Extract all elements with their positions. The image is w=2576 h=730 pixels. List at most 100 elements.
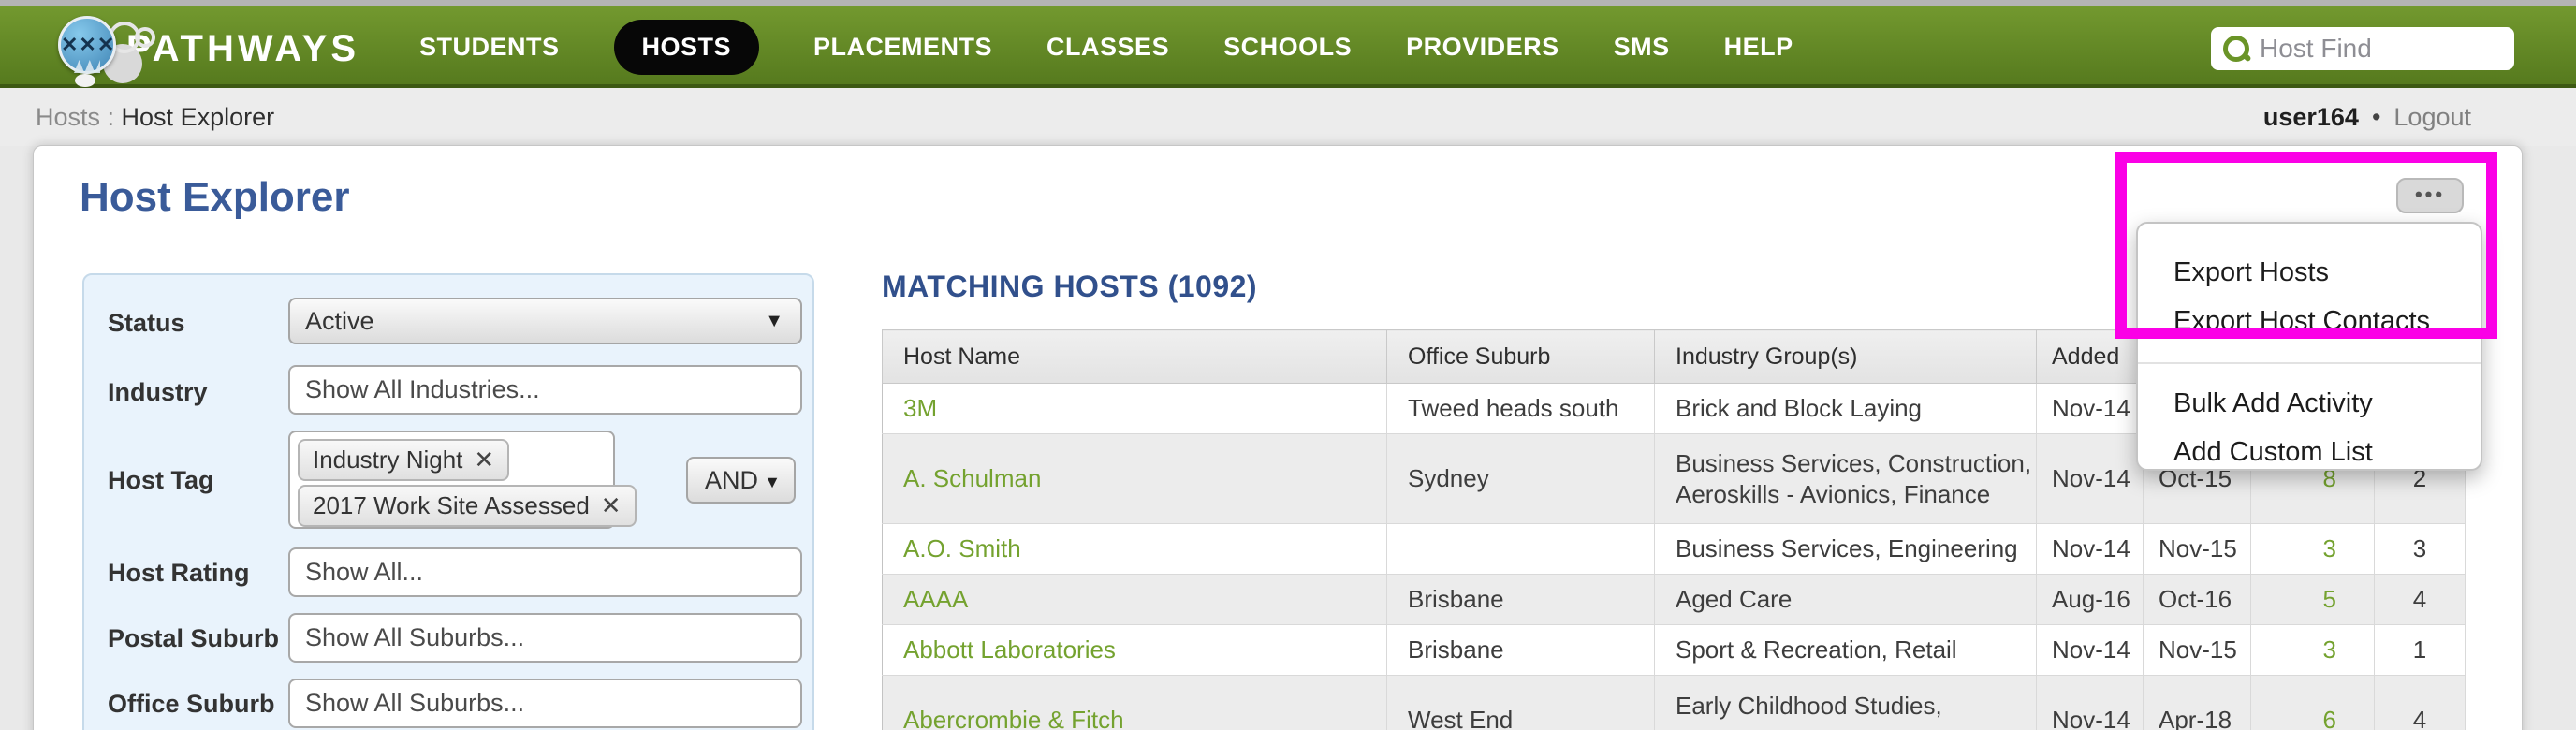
col-header-host-name[interactable]: Host Name bbox=[882, 329, 1387, 384]
breadcrumb-section[interactable]: Hosts bbox=[36, 103, 100, 131]
cell-count-green: 3 bbox=[2250, 624, 2375, 676]
table-row: A.O. Smith Business Services, Engineerin… bbox=[882, 523, 2466, 575]
host-find-search[interactable] bbox=[2211, 27, 2514, 70]
logout-link[interactable]: Logout bbox=[2393, 103, 2471, 131]
brand-name: PATHWAYS bbox=[125, 27, 359, 69]
tag-chip-label: 2017 Work Site Assessed bbox=[313, 491, 590, 519]
host-rating-input[interactable] bbox=[288, 548, 802, 597]
menu-section-bulk: Bulk Add Activity Add Custom List bbox=[2138, 362, 2481, 476]
cell-date: Apr-18 bbox=[2143, 675, 2251, 730]
cloud-outline-icon bbox=[135, 27, 155, 48]
actions-dropdown-menu: Export Hosts Export Host Contacts Bulk A… bbox=[2136, 222, 2482, 471]
cell-date: Nov-15 bbox=[2143, 624, 2251, 676]
nav-item-schools[interactable]: SCHOOLS bbox=[1223, 33, 1352, 62]
cell-count-green: 3 bbox=[2250, 523, 2375, 575]
nav-item-hosts[interactable]: HOSTS bbox=[613, 19, 760, 75]
menu-section-export: Export Hosts Export Host Contacts bbox=[2138, 224, 2481, 362]
tag-chip: Industry Night ✕ bbox=[298, 439, 510, 481]
host-link[interactable]: 3M bbox=[903, 394, 937, 422]
remove-tag-icon[interactable]: ✕ bbox=[601, 491, 622, 519]
cell-office-suburb: Sydney bbox=[1386, 433, 1655, 524]
menu-item-bulk-add-activity[interactable]: Bulk Add Activity bbox=[2174, 379, 2481, 428]
balloon-icon: ✕✕✕ bbox=[58, 16, 116, 74]
cell-added: Nov-14 bbox=[2036, 675, 2144, 730]
host-link[interactable]: Abercrombie & Fitch bbox=[903, 706, 1124, 730]
status-select[interactable]: Active ▼ bbox=[288, 298, 802, 344]
cell-office-suburb: Tweed heads south bbox=[1386, 383, 1655, 434]
tag-chip-label: Industry Night bbox=[313, 445, 463, 474]
cell-industry: Business Services, Engineering bbox=[1654, 523, 2037, 575]
host-tag-input[interactable]: Industry Night ✕ 2017 Work Site Assessed ✕ bbox=[288, 431, 637, 529]
menu-item-export-host-contacts[interactable]: Export Host Contacts bbox=[2174, 297, 2481, 345]
col-header-industry-groups[interactable]: Industry Group(s) bbox=[1654, 329, 2037, 384]
host-link[interactable]: AAAA bbox=[903, 585, 968, 613]
search-input[interactable] bbox=[2260, 34, 2494, 64]
cell-industry: Aged Care bbox=[1654, 574, 2037, 625]
host-tag-label: Host Tag bbox=[108, 466, 214, 494]
nav-item-students[interactable]: STUDENTS bbox=[419, 33, 560, 62]
chevron-down-icon: ▼ bbox=[765, 311, 783, 331]
breadcrumb: Hosts : Host Explorer bbox=[36, 103, 274, 132]
more-actions-button[interactable]: ••• bbox=[2396, 178, 2464, 213]
balloon-basket-icon bbox=[75, 74, 95, 87]
cell-added: Nov-14 bbox=[2036, 523, 2144, 575]
session-info: user164 • Logout bbox=[2263, 103, 2471, 132]
table-row: Abbott Laboratories Brisbane Sport & Rec… bbox=[882, 624, 2466, 676]
cell-count: 4 bbox=[2374, 574, 2466, 625]
nav-item-providers[interactable]: PROVIDERS bbox=[1406, 33, 1559, 62]
tag-operator-select[interactable]: AND ▼ bbox=[686, 457, 796, 504]
status-value: Active bbox=[305, 307, 374, 335]
cell-industry: Sport & Recreation, Retail bbox=[1654, 624, 2037, 676]
breadcrumb-page: Host Explorer bbox=[121, 103, 275, 131]
cell-office-suburb bbox=[1386, 523, 1655, 575]
nav-item-placements[interactable]: PLACEMENTS bbox=[813, 33, 992, 62]
cell-count: 1 bbox=[2374, 624, 2466, 676]
username: user164 bbox=[2262, 103, 2359, 131]
col-header-office-suburb[interactable]: Office Suburb bbox=[1386, 329, 1655, 384]
nav-item-sms[interactable]: SMS bbox=[1614, 33, 1670, 62]
industry-input[interactable] bbox=[288, 365, 802, 415]
menu-item-export-hosts[interactable]: Export Hosts bbox=[2174, 248, 2481, 297]
host-link[interactable]: A.O. Smith bbox=[903, 534, 1021, 562]
host-link[interactable]: A. Schulman bbox=[903, 464, 1041, 492]
office-suburb-input[interactable] bbox=[288, 679, 802, 728]
nav-item-classes[interactable]: CLASSES bbox=[1046, 33, 1169, 62]
cell-industry: Early Childhood Studies, bbox=[1654, 675, 2037, 730]
host-rating-label: Host Rating bbox=[108, 559, 250, 587]
separator-bullet: • bbox=[2371, 103, 2381, 131]
matching-hosts-heading: MATCHING HOSTS (1092) bbox=[882, 270, 1258, 303]
breadcrumb-bar: Hosts : Host Explorer user164 • Logout bbox=[0, 88, 2576, 146]
office-suburb-label: Office Suburb bbox=[108, 690, 275, 718]
status-label: Status bbox=[108, 309, 185, 337]
cell-added: Nov-14 bbox=[2036, 383, 2144, 434]
cell-date: Oct-16 bbox=[2143, 574, 2251, 625]
cell-industry: Brick and Block Laying bbox=[1654, 383, 2037, 434]
tag-operator-value: AND bbox=[705, 466, 759, 494]
postal-suburb-label: Postal Suburb bbox=[108, 624, 280, 652]
cell-count: 4 bbox=[2374, 675, 2466, 730]
breadcrumb-separator: : bbox=[100, 103, 122, 131]
cell-added: Nov-14 bbox=[2036, 433, 2144, 524]
cell-count-green: 5 bbox=[2250, 574, 2375, 625]
cell-date: Nov-15 bbox=[2143, 523, 2251, 575]
remove-tag-icon[interactable]: ✕ bbox=[474, 445, 494, 474]
table-row: AAAA Brisbane Aged Care Aug-16 Oct-16 5 … bbox=[882, 574, 2466, 625]
tag-chip: 2017 Work Site Assessed ✕ bbox=[298, 485, 637, 527]
search-icon bbox=[2222, 35, 2250, 63]
pathways-logo-icon: ✕✕✕ bbox=[51, 12, 155, 87]
chevron-down-icon: ▼ bbox=[764, 473, 781, 491]
industry-label: Industry bbox=[108, 378, 208, 406]
menu-item-add-custom-list[interactable]: Add Custom List bbox=[2174, 428, 2481, 476]
table-row: Abercrombie & Fitch West End Early Child… bbox=[882, 675, 2466, 730]
cell-count: 3 bbox=[2374, 523, 2466, 575]
cell-office-suburb: Brisbane bbox=[1386, 574, 1655, 625]
nav-item-help[interactable]: HELP bbox=[1724, 33, 1793, 62]
col-header-added[interactable]: Added bbox=[2036, 329, 2144, 384]
brand[interactable]: ✕✕✕ PATHWAYS bbox=[51, 11, 359, 87]
main-navbar: ✕✕✕ PATHWAYS STUDENTS HOSTS PLACEMENTS C… bbox=[0, 6, 2576, 88]
cell-count-green: 6 bbox=[2250, 675, 2375, 730]
postal-suburb-input[interactable] bbox=[288, 613, 802, 663]
nav-items: STUDENTS HOSTS PLACEMENTS CLASSES SCHOOL… bbox=[419, 6, 1793, 88]
host-link[interactable]: Abbott Laboratories bbox=[903, 635, 1116, 664]
cell-office-suburb: Brisbane bbox=[1386, 624, 1655, 676]
